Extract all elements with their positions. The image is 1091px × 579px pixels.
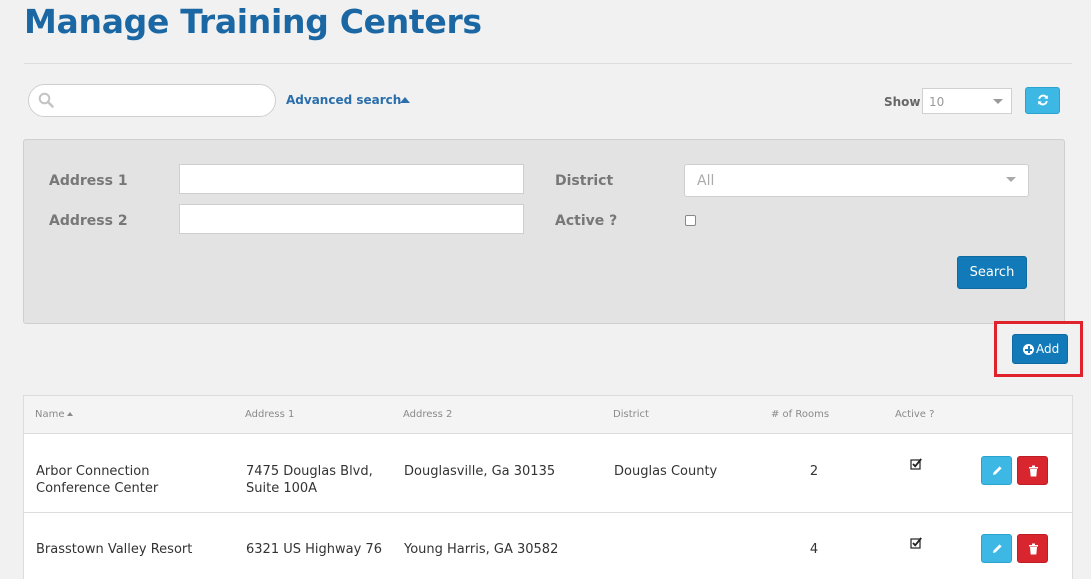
add-button-label: Add (1036, 342, 1060, 356)
checked-box-icon (910, 458, 922, 470)
table-row: Brasstown Valley Resort 6321 US Highway … (24, 513, 1072, 579)
search-box[interactable] (28, 84, 276, 117)
search-icon (38, 92, 54, 108)
plus-circle-icon (1023, 344, 1034, 355)
column-header-address1[interactable]: Address 1 (245, 409, 294, 420)
pencil-icon (993, 544, 1002, 553)
cell-rooms: 2 (809, 464, 819, 479)
delete-button[interactable] (1017, 534, 1048, 563)
column-header-district[interactable]: District (613, 409, 649, 420)
refresh-button[interactable] (1025, 87, 1060, 114)
cell-address1: 7475 Douglas Blvd, Suite 100A (246, 464, 373, 496)
page-size-value: 10 (929, 95, 945, 109)
district-label: District (555, 173, 614, 189)
delete-button[interactable] (1017, 456, 1048, 485)
caret-up-icon[interactable] (400, 97, 410, 103)
cell-name: Arbor Connection Conference Center (36, 464, 159, 496)
chevron-down-icon (993, 99, 1003, 104)
search-input[interactable] (59, 91, 264, 111)
trash-icon (1029, 465, 1038, 477)
training-centers-table: Name Address 1 Address 2 District # of R… (23, 395, 1073, 579)
refresh-icon (1038, 94, 1048, 106)
address1-field[interactable] (179, 164, 524, 194)
sort-ascending-icon (66, 412, 73, 416)
table-header: Name Address 1 Address 2 District # of R… (24, 396, 1072, 434)
edit-button[interactable] (981, 534, 1012, 563)
cell-name: Brasstown Valley Resort (36, 542, 193, 557)
search-button[interactable]: Search (957, 256, 1027, 289)
add-button[interactable]: Add (1012, 334, 1068, 364)
page-size-select[interactable]: 10 (922, 88, 1012, 114)
pencil-icon (993, 466, 1002, 475)
address1-input[interactable] (180, 165, 523, 193)
active-label: Active ? (555, 213, 618, 229)
active-checkbox[interactable] (685, 215, 696, 226)
column-header-active[interactable]: Active ? (895, 409, 934, 420)
cell-address1: 6321 US Highway 76 (246, 542, 382, 557)
cell-address2: Young Harris, GA 30582 (404, 542, 559, 557)
advanced-search-link[interactable]: Advanced search (286, 93, 401, 107)
column-header-address2[interactable]: Address 2 (403, 409, 452, 420)
address2-label: Address 2 (49, 213, 128, 229)
checked-box-icon (910, 537, 922, 549)
address2-input[interactable] (180, 205, 523, 233)
cell-rooms: 4 (809, 542, 819, 557)
show-label: Show (884, 95, 921, 109)
address1-label: Address 1 (49, 173, 128, 189)
column-header-name[interactable]: Name (35, 409, 73, 420)
trash-icon (1029, 543, 1038, 555)
cell-district: Douglas County (614, 464, 718, 479)
address2-field[interactable] (179, 204, 524, 234)
page-title: Manage Training Centers (24, 2, 482, 41)
cell-address2: Douglasville, Ga 30135 (404, 464, 556, 479)
edit-button[interactable] (981, 456, 1012, 485)
advanced-search-panel: Address 1 Address 2 District All Active … (23, 139, 1065, 324)
column-header-rooms[interactable]: # of Rooms (771, 409, 829, 420)
table-row: Arbor Connection Conference Center 7475 … (24, 434, 1072, 513)
district-value: All (697, 173, 715, 189)
district-select[interactable]: All (684, 164, 1029, 197)
chevron-down-icon (1006, 177, 1016, 182)
title-divider (24, 63, 1072, 64)
